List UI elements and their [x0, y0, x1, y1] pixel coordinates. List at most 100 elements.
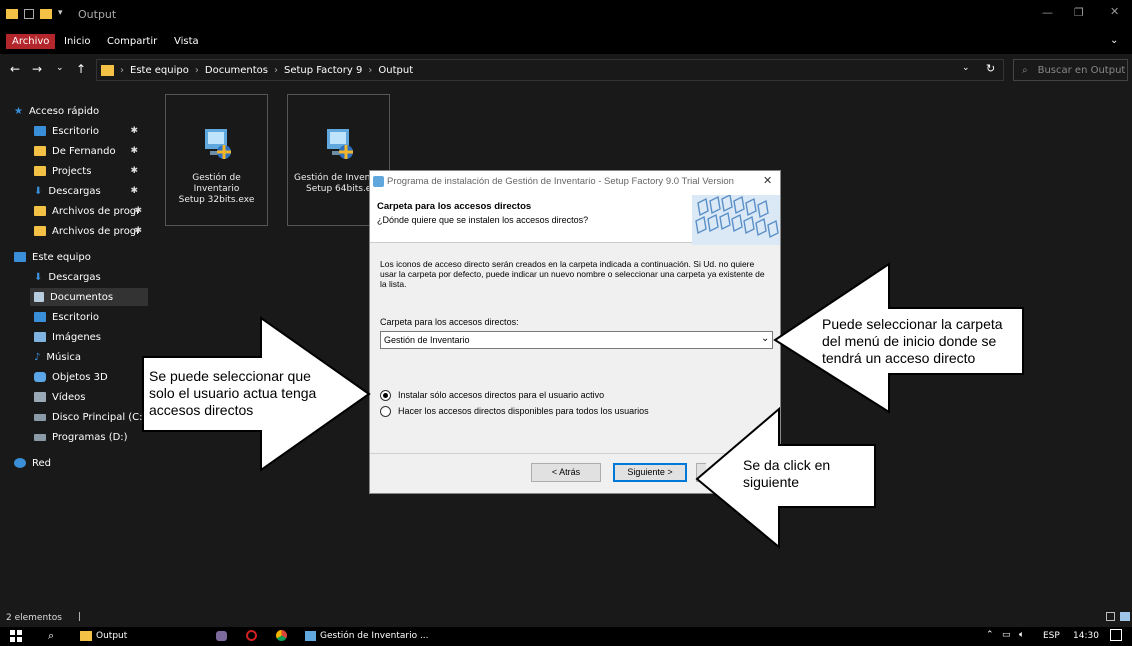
sidebar-item-videos[interactable]: Vídeos [34, 388, 144, 406]
sidebar-item-musica[interactable]: ♪ Música [34, 348, 144, 366]
search-input[interactable]: Buscar en Output [1038, 65, 1126, 76]
taskbar-setup-icon[interactable] [305, 631, 316, 641]
sidebar-item-este-equipo[interactable]: Este equipo [14, 248, 144, 266]
details-view-icon[interactable] [1106, 612, 1115, 621]
minimize-icon[interactable]: — [1042, 6, 1053, 19]
large-icons-view-icon[interactable] [1120, 612, 1130, 621]
pin-icon: ✱ [134, 206, 142, 216]
language-indicator[interactable]: ESP [1043, 631, 1060, 641]
taskbar: ⌕ Output Gestión de Inventario ... ⌃ ▭ 🔈… [0, 627, 1132, 646]
radio-active-user[interactable] [380, 390, 391, 401]
address-toolbar: ← → ⌄ ↑ › Este equipo › Documentos › Set… [0, 54, 1132, 86]
taskbar-explorer-folder-icon[interactable] [80, 631, 92, 641]
search-icon: ⌕ [1022, 64, 1028, 76]
pin-icon: ✱ [130, 146, 138, 156]
separator: | [78, 612, 82, 622]
dialog-title: Programa de instalación de Gestión de In… [387, 176, 734, 187]
sidebar-item-imagenes[interactable]: Imágenes [34, 328, 144, 346]
windows-start-icon[interactable] [10, 630, 22, 642]
radio-all-users-label[interactable]: Hacer los accesos directos disponibles p… [398, 406, 649, 416]
sidebar-item-red[interactable]: Red [14, 454, 144, 472]
sidebar-item-de-fernando[interactable]: De Fernando ✱ [34, 142, 144, 160]
callout-left-text: Se puede seleccionar que solo el usuario… [149, 368, 317, 418]
pin-icon: ✱ [130, 186, 138, 196]
taskbar-setup-label[interactable]: Gestión de Inventario ... [320, 631, 429, 641]
breadcrumb-setup-factory[interactable]: Setup Factory 9 [284, 65, 362, 76]
dialog-close-icon[interactable]: ✕ [763, 174, 772, 187]
notification-icon[interactable] [1110, 629, 1122, 641]
video-icon [34, 392, 46, 402]
breadcrumb-output[interactable]: Output [378, 65, 413, 76]
breadcrumb-documentos[interactable]: Documentos [205, 65, 268, 76]
properties-icon[interactable] [24, 9, 34, 19]
volume-icon[interactable]: 🔈︎ [1019, 630, 1024, 640]
dialog-heading: Carpeta para los accesos directos [377, 201, 532, 212]
sidebar-item-archivos-2[interactable]: Archivos de progr ✱ [34, 222, 144, 240]
installer-app-icon [205, 129, 231, 159]
expand-ribbon-icon[interactable]: ⌄ [1110, 35, 1118, 46]
breadcrumb[interactable]: › Este equipo › Documentos › Setup Facto… [96, 59, 1004, 81]
computer-icon [14, 252, 26, 262]
tab-inicio[interactable]: Inicio [58, 34, 96, 49]
tab-archivo[interactable]: Archivo [6, 34, 56, 49]
app-icon[interactable] [216, 631, 227, 641]
forward-arrow-icon[interactable]: → [32, 62, 42, 76]
quick-access-dropdown-icon[interactable]: ▾ [58, 8, 63, 18]
network-tray-icon[interactable]: ▭ [1002, 630, 1011, 640]
refresh-icon[interactable]: ↻ [986, 62, 995, 75]
back-arrow-icon[interactable]: ← [10, 62, 20, 76]
radio-active-user-label[interactable]: Instalar sólo accesos directos para el u… [398, 390, 604, 400]
download-icon: ⬇ [34, 271, 43, 283]
new-folder-icon[interactable] [40, 9, 52, 19]
file-item-32bits[interactable]: Gestión de Inventario Setup 32bits.exe [165, 94, 268, 226]
navigation-pane: ★ Acceso rápido Escritorio ✱ De Fernando ✱ … [0, 86, 148, 610]
keyboard-banner-image [692, 195, 780, 245]
radio-all-users[interactable] [380, 406, 391, 417]
installer-app-icon [373, 176, 384, 187]
sidebar-item-escritorio[interactable]: Escritorio ✱ [34, 122, 144, 140]
dialog-description: Los iconos de acceso directo serán cread… [380, 259, 765, 289]
sidebar-item-acceso-rapido[interactable]: ★ Acceso rápido [14, 102, 144, 120]
sidebar-item-objetos-3d[interactable]: Objetos 3D [34, 368, 144, 386]
sidebar-item-descargas-quick[interactable]: ⬇ Descargas ✱ [34, 182, 144, 200]
star-icon: ★ [14, 105, 23, 117]
tab-vista[interactable]: Vista [168, 34, 205, 49]
download-icon: ⬇ [34, 185, 43, 197]
maximize-icon[interactable]: ❐ [1074, 6, 1084, 19]
folder-combobox[interactable]: Gestión de Inventario ⌄ [380, 331, 773, 349]
sidebar-item-archivos-1[interactable]: Archivos de progr ✱ [34, 202, 144, 220]
sidebar-item-disco-c[interactable]: Disco Principal (C:) [34, 408, 148, 426]
status-bar: 2 elementos | [0, 610, 1132, 627]
breadcrumb-este-equipo[interactable]: Este equipo [130, 65, 189, 76]
search-icon[interactable]: ⌕ [48, 629, 54, 643]
next-button[interactable]: Siguiente > [613, 463, 687, 482]
sidebar-item-descargas[interactable]: ⬇ Descargas [34, 268, 144, 286]
up-arrow-icon[interactable]: ↑ [76, 62, 86, 76]
address-dropdown-icon[interactable]: ⌄ [962, 63, 970, 73]
sidebar-item-escritorio-pc[interactable]: Escritorio [34, 308, 144, 326]
opera-icon[interactable] [246, 630, 257, 641]
show-hidden-icons-icon[interactable]: ⌃ [986, 630, 994, 640]
search-box[interactable]: ⌕ Buscar en Output [1013, 59, 1128, 81]
tab-compartir[interactable]: Compartir [101, 34, 163, 49]
close-icon[interactable]: ✕ [1110, 5, 1119, 18]
dialog-title-bar: Programa de instalación de Gestión de In… [370, 171, 780, 193]
sidebar-item-documentos[interactable]: Documentos [30, 288, 148, 306]
chevron-right-icon: › [194, 64, 199, 76]
chevron-down-icon[interactable]: ⌄ [761, 333, 769, 344]
taskbar-explorer-label[interactable]: Output [96, 631, 127, 641]
back-button[interactable]: < Atrás [531, 463, 601, 482]
drive-icon [34, 413, 46, 421]
network-icon [14, 458, 26, 468]
pin-icon: ✱ [134, 226, 142, 236]
callout-right-text: Puede seleccionar la carpeta del menú de… [822, 316, 1003, 366]
folder-icon [34, 166, 46, 176]
recent-dropdown-icon[interactable]: ⌄ [56, 63, 64, 73]
chrome-icon[interactable] [276, 630, 287, 641]
desktop-icon [34, 126, 46, 136]
sidebar-item-projects[interactable]: Projects ✱ [34, 162, 144, 180]
sidebar-item-programas-d[interactable]: Programas (D:) [34, 428, 144, 446]
clock[interactable]: 14:30 [1073, 631, 1099, 641]
dialog-subheading: ¿Dónde quiere que se instalen los acceso… [377, 215, 589, 225]
drive-icon [34, 433, 46, 441]
